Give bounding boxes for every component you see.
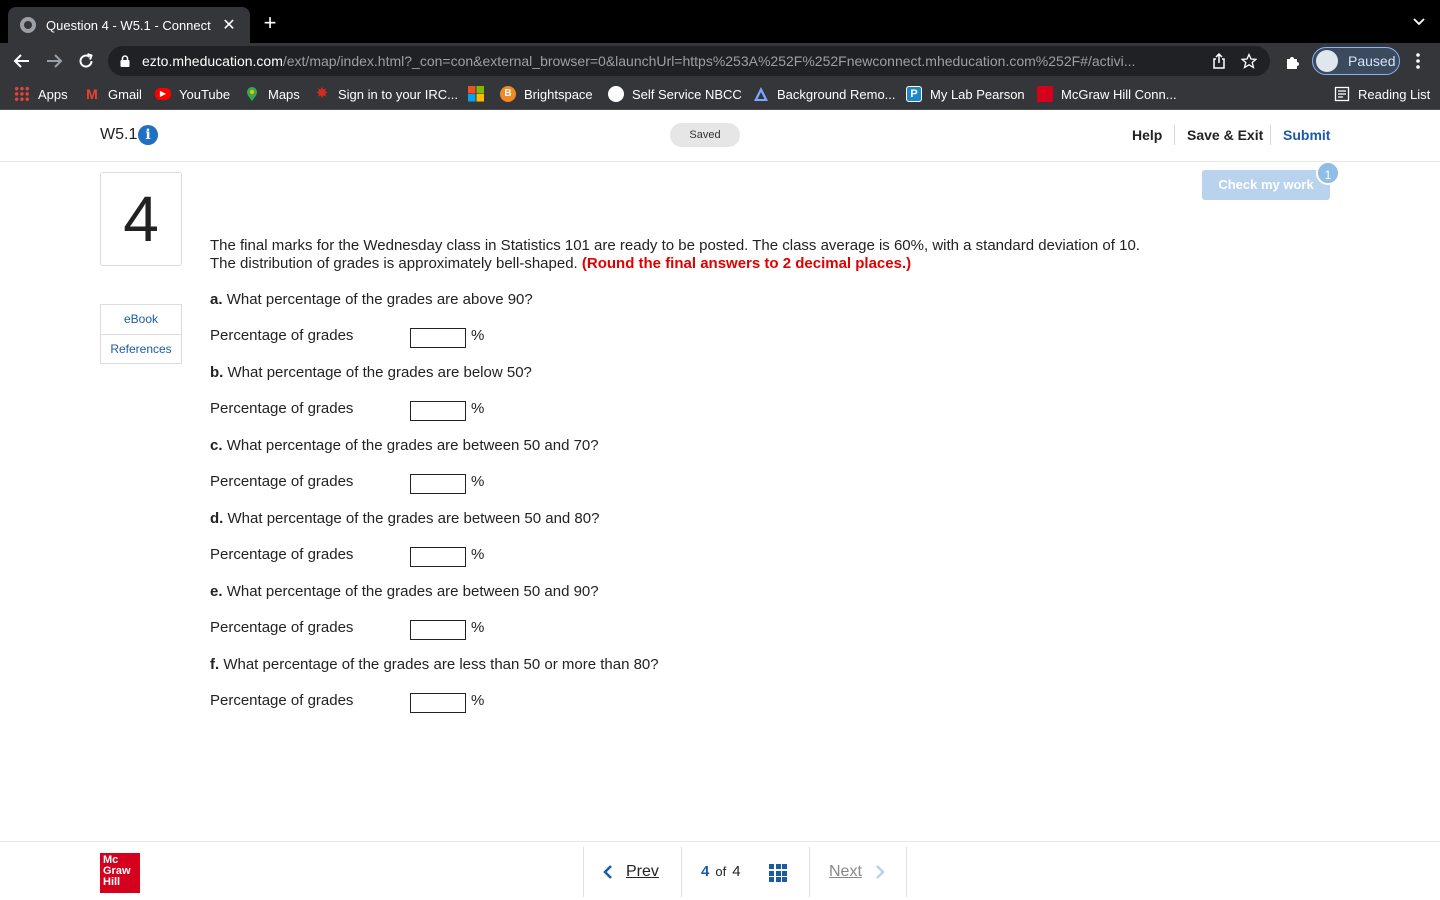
bookmarks-bar: Apps M Gmail ▶ YouTube Maps ✸ Sign in to…: [0, 78, 1440, 110]
part-b-answer-label: Percentage of grades: [210, 400, 354, 417]
avatar: [1316, 50, 1338, 72]
profile-status-label: Paused: [1348, 53, 1396, 69]
ebook-link[interactable]: eBook: [101, 305, 181, 334]
background-remover-icon: [753, 86, 769, 102]
extensions-puzzle-icon[interactable]: [1284, 51, 1304, 71]
pager-divider: [681, 847, 682, 897]
browser-menu-icon[interactable]: [1410, 51, 1426, 71]
browser-tab[interactable]: Question 4 - W5.1 - Connect ✕: [8, 7, 250, 43]
check-my-work-button[interactable]: Check my work: [1202, 170, 1330, 200]
microsoft-icon: [468, 86, 484, 102]
page-indicator: 4 of 4: [701, 863, 741, 880]
assignment-header: W5.1 i Saved Help Save & Exit Submit: [0, 111, 1440, 162]
reload-icon[interactable]: [74, 49, 98, 73]
bookmark-irc-sign-in[interactable]: ✸ Sign in to your IRC...: [314, 78, 458, 110]
mcgraw-hill-icon: [1037, 86, 1053, 102]
bookmark-star-icon[interactable]: [1240, 52, 1258, 70]
rounding-note: (Round the final answers to 2 decimal pl…: [581, 255, 912, 272]
question-prompt: The final marks for the Wednesday class …: [210, 237, 1160, 273]
chevron-right-icon: [876, 865, 885, 879]
brightspace-icon: B: [500, 86, 516, 102]
bookmark-apps[interactable]: Apps: [14, 78, 68, 110]
chevron-left-icon: [603, 865, 612, 879]
tab-favicon-icon: [20, 17, 36, 33]
part-b-unit: %: [471, 400, 485, 417]
assignment-title: W5.1: [100, 126, 138, 143]
youtube-icon: ▶: [155, 88, 171, 100]
part-a-answer-label: Percentage of grades: [210, 327, 354, 344]
help-link[interactable]: Help: [1132, 127, 1162, 143]
references-link[interactable]: References: [101, 334, 181, 363]
bookmark-mcgraw-hill[interactable]: McGraw Hill Conn...: [1037, 78, 1177, 110]
tab-title: Question 4 - W5.1 - Connect: [46, 17, 211, 33]
part-c-unit: %: [471, 473, 485, 490]
part-e-question: e. What percentage of the grades are bet…: [210, 583, 599, 600]
question-grid-icon[interactable]: [769, 864, 787, 882]
lock-icon: [120, 55, 130, 67]
footer-bar: Mc Graw Hill Prev 4 of 4 Next: [0, 841, 1440, 900]
part-e-unit: %: [471, 619, 485, 636]
part-b-answer-input[interactable]: [410, 401, 466, 421]
back-arrow-icon[interactable]: [10, 49, 34, 73]
part-c-answer-label: Percentage of grades: [210, 473, 354, 490]
info-icon[interactable]: i: [138, 125, 158, 145]
part-f-answer-input[interactable]: [410, 693, 466, 713]
maple-leaf-icon: ✸: [315, 85, 329, 102]
part-e-answer-label: Percentage of grades: [210, 619, 354, 636]
forward-arrow-icon[interactable]: [42, 49, 66, 73]
part-c-answer-input[interactable]: [410, 474, 466, 494]
gmail-icon: M: [86, 86, 98, 102]
check-attempts-badge: 1: [1316, 161, 1340, 185]
bookmark-my-lab-pearson[interactable]: P My Lab Pearson: [906, 78, 1025, 110]
part-f-question: f. What percentage of the grades are les…: [210, 656, 659, 673]
saved-status-badge: Saved: [670, 123, 740, 147]
url-text: ezto.mheducation.com/ext/map/index.html?…: [142, 53, 1136, 69]
mcgraw-hill-logo: Mc Graw Hill: [100, 853, 140, 893]
part-f-answer-label: Percentage of grades: [210, 692, 354, 709]
bookmark-microsoft[interactable]: [468, 78, 492, 110]
part-d-answer-label: Percentage of grades: [210, 546, 354, 563]
reading-list-button[interactable]: Reading List: [1334, 78, 1430, 110]
part-e-answer-input[interactable]: [410, 620, 466, 640]
part-d-unit: %: [471, 546, 485, 563]
submit-button[interactable]: Submit: [1283, 127, 1330, 143]
new-tab-button[interactable]: +: [258, 12, 282, 36]
bookmark-youtube[interactable]: ▶ YouTube: [155, 78, 230, 110]
tab-search-chevron-icon[interactable]: [1412, 14, 1426, 28]
nbcc-icon: [608, 86, 624, 102]
bookmark-self-service-nbcc[interactable]: Self Service NBCC: [608, 78, 742, 110]
profile-button[interactable]: Paused: [1312, 47, 1400, 75]
part-a-unit: %: [471, 327, 485, 344]
next-button[interactable]: Next: [829, 863, 886, 881]
bookmark-gmail[interactable]: M Gmail: [84, 78, 142, 110]
maps-pin-icon: [244, 86, 260, 102]
bookmark-maps[interactable]: Maps: [244, 78, 300, 110]
part-a-answer-input[interactable]: [410, 328, 466, 348]
address-bar[interactable]: ezto.mheducation.com/ext/map/index.html?…: [108, 46, 1270, 76]
tab-close-icon[interactable]: ✕: [220, 15, 238, 35]
browser-toolbar: ezto.mheducation.com/ext/map/index.html?…: [0, 43, 1440, 78]
share-icon[interactable]: [1210, 52, 1228, 70]
apps-grid-icon: [14, 86, 30, 102]
part-c-question: c. What percentage of the grades are bet…: [210, 437, 599, 454]
save-exit-button[interactable]: Save & Exit: [1187, 127, 1263, 143]
pager-divider: [809, 847, 810, 897]
part-f-unit: %: [471, 692, 485, 709]
pearson-icon: P: [906, 86, 922, 102]
part-d-question: d. What percentage of the grades are bet…: [210, 510, 600, 527]
header-divider: [1174, 125, 1175, 145]
resource-links: eBook References: [100, 304, 182, 364]
browser-tab-bar: Question 4 - W5.1 - Connect ✕ +: [0, 0, 1440, 43]
bookmark-brightspace[interactable]: B Brightspace: [500, 78, 593, 110]
bookmark-background-remover[interactable]: Background Remo...: [753, 78, 896, 110]
prev-button[interactable]: Prev: [602, 863, 659, 881]
header-divider: [1270, 125, 1271, 145]
part-d-answer-input[interactable]: [410, 547, 466, 567]
reading-list-icon: [1334, 86, 1350, 102]
part-a-question: a. What percentage of the grades are abo…: [210, 291, 533, 308]
question-number: 4: [100, 172, 182, 266]
question-pager: Prev 4 of 4 Next: [583, 847, 907, 897]
part-b-question: b. What percentage of the grades are bel…: [210, 364, 532, 381]
